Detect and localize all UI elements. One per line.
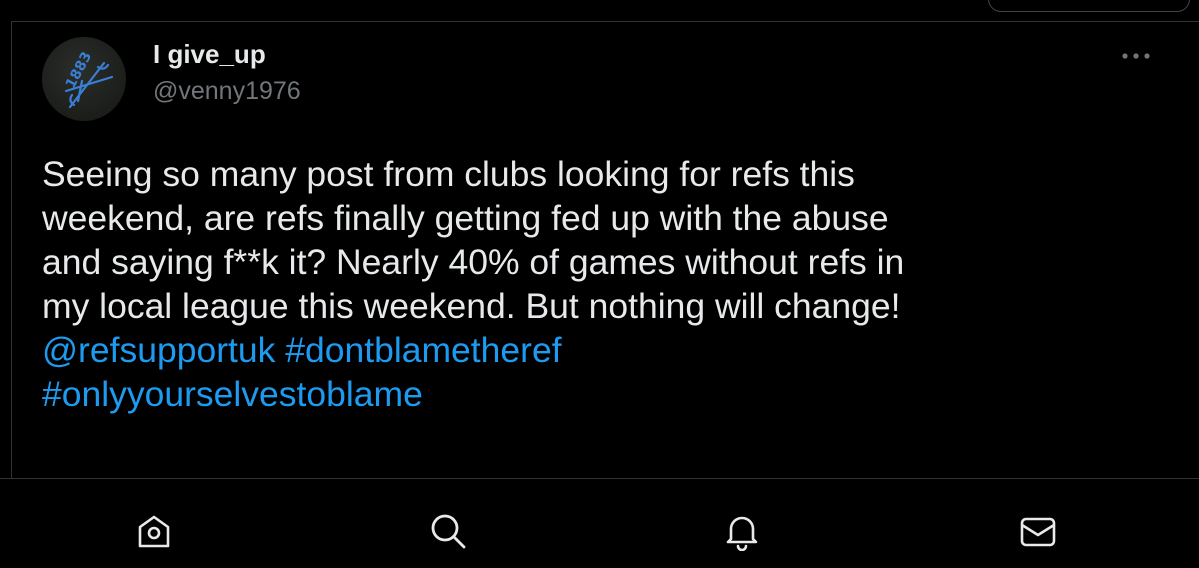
hashtag-link[interactable]: #dontblametheref <box>285 330 561 370</box>
top-strip <box>0 0 1199 12</box>
bottom-tab-bar <box>0 479 1199 568</box>
author-name[interactable]: I give_up <box>153 39 266 70</box>
tweet-line: my local league this weekend. But nothin… <box>42 286 901 326</box>
ellipsis-icon <box>1122 53 1150 59</box>
avatar[interactable]: 1883 <box>42 37 126 121</box>
tab-search[interactable] <box>424 507 472 555</box>
bell-icon <box>726 516 758 551</box>
search-icon <box>431 514 466 549</box>
avatar-text: 1883 <box>63 49 95 91</box>
tab-messages[interactable] <box>1014 507 1062 555</box>
home-icon <box>138 515 170 548</box>
tweet-links-line: #onlyyourselvestoblame <box>42 372 1162 416</box>
tweet-links-line: @refsupportuk #dontblametheref <box>42 328 1162 372</box>
tweet-line: Seeing so many post from clubs looking f… <box>42 154 855 194</box>
hashtag-link[interactable]: #onlyyourselvestoblame <box>42 374 423 414</box>
top-pill-button[interactable] <box>988 0 1190 12</box>
mail-icon <box>1020 517 1056 547</box>
mention-link[interactable]: @refsupportuk <box>42 330 275 370</box>
tweet-line: and saying f**k it? Nearly 40% of games … <box>42 242 905 282</box>
tab-home[interactable] <box>130 507 178 555</box>
twitter-screen: 1883 I give_up @venny1976 Seeing so many… <box>0 0 1199 568</box>
author-handle[interactable]: @venny1976 <box>153 77 301 106</box>
more-options-button[interactable] <box>1116 44 1156 68</box>
tweet-text: Seeing so many post from clubs looking f… <box>42 152 1162 416</box>
tweet-line: weekend, are refs finally getting fed up… <box>42 198 889 238</box>
avatar-crest-icon: 1883 <box>63 49 114 109</box>
tweet-card[interactable]: 1883 I give_up @venny1976 Seeing so many… <box>12 22 1199 478</box>
tab-notifications[interactable] <box>718 507 766 555</box>
